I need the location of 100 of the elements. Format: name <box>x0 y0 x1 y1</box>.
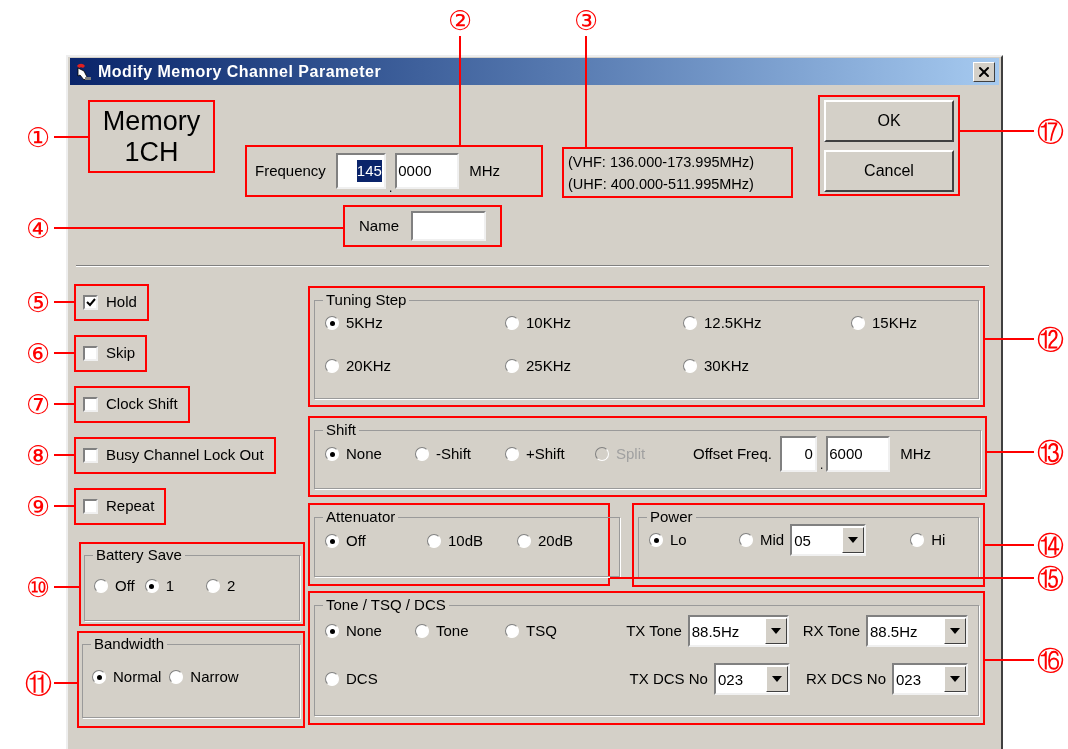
radio-label: +Shift <box>526 443 565 464</box>
radio-label: Tone <box>436 620 469 641</box>
radio-button[interactable] <box>325 316 339 331</box>
decimal-point: . <box>388 181 393 195</box>
radio-button[interactable] <box>325 358 339 373</box>
range-text: (UHF: 400.000-511.995MHz) <box>568 174 755 194</box>
callout-number: ⑬ <box>1034 436 1066 468</box>
radio-button[interactable] <box>325 624 339 638</box>
offset-label: Offset Freq. <box>693 443 772 464</box>
dropdown[interactable]: 88.5Hz <box>866 615 968 647</box>
radio-label: Lo <box>670 529 687 550</box>
offset-khz-field[interactable]: 6000 <box>826 436 891 472</box>
checkbox-label: Hold <box>106 292 137 313</box>
radio-label: 10dB <box>448 531 484 551</box>
callout-number: ⑮ <box>1034 562 1066 594</box>
radio-label: None <box>346 620 382 641</box>
checkbox[interactable] <box>83 295 98 310</box>
radio-button[interactable] <box>144 579 159 594</box>
radio-button[interactable] <box>325 447 339 461</box>
radio-button[interactable] <box>505 447 519 461</box>
decimal-point: . <box>819 458 824 472</box>
radio-label: Hi <box>931 529 946 550</box>
radio-button[interactable] <box>505 624 519 638</box>
dialog-button[interactable]: OK <box>824 99 954 142</box>
unit-label: MHz <box>900 443 932 464</box>
radio-button[interactable] <box>325 672 339 686</box>
caret-icon <box>765 666 788 692</box>
radio-label: Off <box>115 576 135 596</box>
caret-icon <box>944 618 966 644</box>
radio-label: Normal <box>113 667 162 687</box>
radio-button[interactable] <box>415 624 429 638</box>
radio-label: 20KHz <box>346 355 392 376</box>
radio-button[interactable] <box>910 533 925 547</box>
window-title: Modify Memory Channel Parameter <box>98 61 382 82</box>
radio-label: 10KHz <box>526 313 572 333</box>
group-title: Attenuator <box>325 509 397 525</box>
frequency-mhz-field[interactable]: 145 <box>335 153 386 189</box>
dropdown[interactable]: 023 <box>713 663 790 695</box>
radio-button[interactable] <box>683 316 697 331</box>
checkbox-label: Clock Shift <box>106 394 178 415</box>
rx-tone-label: RX Tone <box>802 620 860 641</box>
checkbox[interactable] <box>83 346 98 361</box>
frequency-label: Frequency <box>255 160 326 181</box>
checkbox-label: Skip <box>106 343 136 364</box>
close-button[interactable] <box>973 61 995 82</box>
radio-button[interactable] <box>325 534 339 549</box>
radio-button[interactable] <box>649 533 663 547</box>
radio-button[interactable] <box>517 534 531 549</box>
caret-icon <box>944 666 966 692</box>
tx-dcs-label: TX DCS No <box>629 668 708 689</box>
radio-label: Narrow <box>190 667 239 687</box>
radio-button[interactable] <box>683 358 697 373</box>
radio-button[interactable] <box>169 670 184 685</box>
radio-button[interactable] <box>739 533 753 547</box>
dropdown[interactable]: 05 <box>790 524 867 556</box>
radio-button[interactable] <box>206 579 221 594</box>
callout-number: ⑯ <box>1034 644 1066 676</box>
radio-button[interactable] <box>94 579 108 594</box>
radio-label: 5KHz <box>346 313 383 333</box>
callout-number: ⑫ <box>1034 323 1066 355</box>
rx-dcs-label: RX DCS No <box>805 668 886 689</box>
offset-mhz-field[interactable]: 0 <box>779 436 817 472</box>
group-title: Tuning Step <box>325 292 408 308</box>
range-text: (VHF: 136.000-173.995MHz) <box>568 152 756 172</box>
checkbox[interactable] <box>83 448 98 463</box>
radio-button[interactable] <box>505 316 519 331</box>
callout-number: ⑪ <box>22 667 54 699</box>
caret-icon <box>764 618 787 644</box>
radio-button[interactable] <box>92 670 106 685</box>
app-icon <box>74 61 94 82</box>
checkbox[interactable] <box>83 397 98 412</box>
channel-number: 1CH <box>124 136 179 168</box>
radio-label: TSQ <box>526 620 557 641</box>
radio-button[interactable] <box>415 447 429 461</box>
radio-button[interactable] <box>505 358 519 373</box>
memory-label: Memory <box>102 105 201 137</box>
radio-label: Mid <box>760 529 785 550</box>
radio-label: 20dB <box>538 531 574 551</box>
name-field[interactable] <box>411 211 486 241</box>
radio-button[interactable] <box>427 534 441 549</box>
callout-number: ⑭ <box>1034 529 1066 561</box>
group-title: Bandwidth <box>93 636 166 652</box>
radio-label: 2 <box>227 576 236 596</box>
radio-label: Off <box>346 531 366 551</box>
callout-number: ⑰ <box>1034 115 1066 147</box>
group-title: Battery Save <box>95 547 183 563</box>
radio-label: 15KHz <box>872 313 918 333</box>
dialog-button[interactable]: Cancel <box>824 149 954 192</box>
tx-tone-label: TX Tone <box>626 620 682 641</box>
radio-label: 12.5KHz <box>704 313 762 333</box>
dropdown[interactable]: 023 <box>892 663 968 695</box>
dropdown[interactable]: 88.5Hz <box>687 615 789 647</box>
radio-label: DCS <box>346 668 378 689</box>
checkbox-label: Repeat <box>106 496 155 517</box>
frequency-khz-field[interactable]: 0000 <box>395 153 460 189</box>
radio-label: 25KHz <box>526 355 572 376</box>
radio-label: -Shift <box>436 443 471 464</box>
group-title: Shift <box>325 422 357 438</box>
checkbox[interactable] <box>83 499 98 514</box>
radio-button[interactable] <box>851 316 865 331</box>
